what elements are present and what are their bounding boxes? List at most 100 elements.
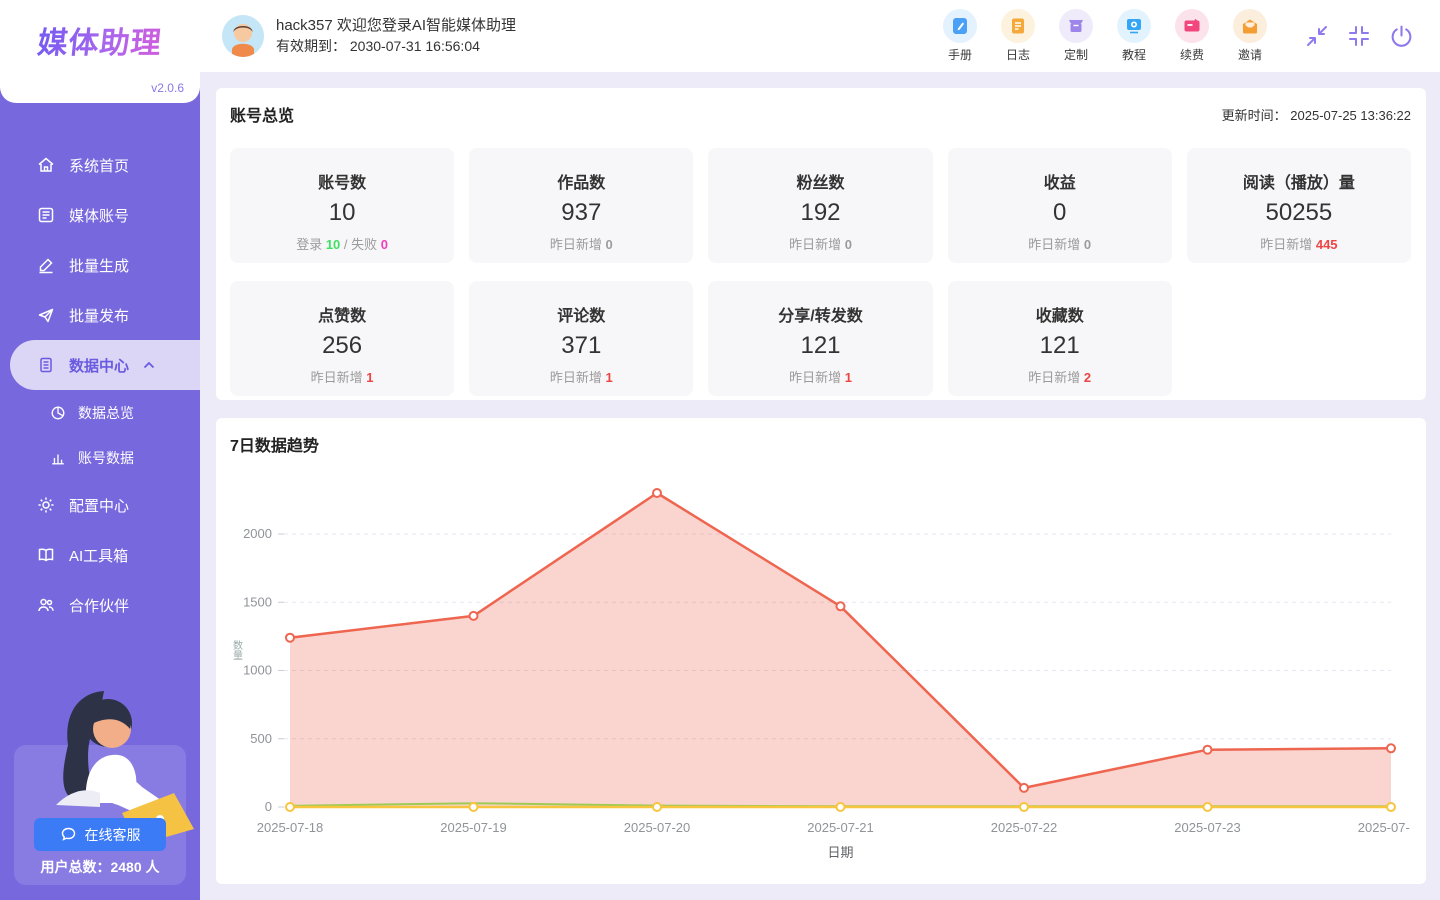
stat-sub: 昨日新增 0 xyxy=(948,234,1172,253)
sidebar-item-label: 账号数据 xyxy=(78,448,134,468)
sidebar-item-label: 批量发布 xyxy=(69,305,129,326)
app-logo: 媒体助理 xyxy=(36,18,165,62)
renew-icon xyxy=(1175,9,1209,43)
stat-value: 0 xyxy=(948,199,1172,227)
svg-text:日期: 日期 xyxy=(827,845,853,860)
window-controls xyxy=(1305,24,1414,49)
gear-icon xyxy=(37,496,55,514)
stat-card-likes: 点赞数 256 昨日新增 1 xyxy=(230,281,454,396)
svg-text:数量: 数量 xyxy=(231,639,243,660)
stat-sub: 昨日新增 1 xyxy=(469,367,693,386)
stat-card-views: 阅读（播放）量 50255 昨日新增 445 xyxy=(1187,148,1411,263)
sidebar-item-account-data[interactable]: 账号数据 xyxy=(0,435,200,480)
tutorial-icon xyxy=(1117,9,1151,43)
renew-label: 续费 xyxy=(1180,46,1204,63)
svg-text:1000: 1000 xyxy=(243,663,272,678)
support-card: 在线客服 用户总数：2480 人 xyxy=(14,745,186,885)
stat-card-accounts: 账号数 10 登录 10 / 失败 0 xyxy=(230,148,454,263)
svg-text:2025-07-19: 2025-07-19 xyxy=(440,820,507,835)
svg-text:2025-07-22: 2025-07-22 xyxy=(991,820,1058,835)
log-icon xyxy=(1001,9,1035,43)
stat-title: 点赞数 xyxy=(230,302,454,326)
svg-text:2025-07-20: 2025-07-20 xyxy=(624,820,691,835)
online-support-label: 在线客服 xyxy=(85,825,141,845)
login-count: 10 xyxy=(326,237,340,252)
header-actions: 手册 日志 定制 教程 续费 xyxy=(943,9,1414,63)
custom-button[interactable]: 定制 xyxy=(1059,9,1093,63)
power-icon[interactable] xyxy=(1389,24,1414,49)
open-book-icon xyxy=(37,546,55,564)
log-label: 日志 xyxy=(1006,46,1030,63)
sidebar-item-label: 合作伙伴 xyxy=(69,595,129,616)
stat-value: 192 xyxy=(708,199,932,227)
log-button[interactable]: 日志 xyxy=(1001,9,1035,63)
stat-title: 作品数 xyxy=(469,169,693,193)
tutorial-label: 教程 xyxy=(1122,46,1146,63)
invite-button[interactable]: 邀请 xyxy=(1233,9,1267,63)
stat-sub: 昨日新增 1 xyxy=(230,367,454,386)
home-icon xyxy=(37,156,55,174)
sidebar-item-ai-toolbox[interactable]: AI工具箱 xyxy=(0,530,200,580)
stat-title: 阅读（播放）量 xyxy=(1187,169,1411,193)
stat-title: 收益 xyxy=(948,169,1172,193)
trend-panel: 7日数据趋势 05001000150020002025-07-182025-07… xyxy=(216,418,1426,884)
stat-value: 937 xyxy=(469,199,693,227)
stat-title: 粉丝数 xyxy=(708,169,932,193)
sidebar: 媒体助理 v2.0.6 系统首页 媒体账号 批量生成 批量发布 数据中心 数据总… xyxy=(0,0,200,900)
partners-icon xyxy=(37,596,55,614)
online-support-button[interactable]: 在线客服 xyxy=(34,818,166,851)
sidebar-item-data-overview[interactable]: 数据总览 xyxy=(0,390,200,435)
svg-text:500: 500 xyxy=(250,731,272,746)
media-account-icon xyxy=(37,206,55,224)
stat-sub: 登录 10 / 失败 0 xyxy=(230,234,454,253)
sidebar-item-media-accounts[interactable]: 媒体账号 xyxy=(0,190,200,240)
pie-chart-icon xyxy=(50,405,66,421)
sidebar-item-batch-generate[interactable]: 批量生成 xyxy=(0,240,200,290)
user-greeting: hack357 欢迎您登录AI智能媒体助理 xyxy=(276,15,516,36)
stat-value: 121 xyxy=(948,332,1172,360)
renew-button[interactable]: 续费 xyxy=(1175,9,1209,63)
sidebar-item-data-center[interactable]: 数据中心 xyxy=(10,340,200,390)
sidebar-item-partners[interactable]: 合作伙伴 xyxy=(0,580,200,630)
app-version: v2.0.6 xyxy=(151,81,184,95)
chat-bubble-icon xyxy=(60,826,77,843)
trend-title: 7日数据趋势 xyxy=(230,432,319,456)
stat-value: 121 xyxy=(708,332,932,360)
user-avatar[interactable] xyxy=(222,15,264,57)
validity-date: 有效期到： 2030-07-31 16:56:04 xyxy=(276,36,516,57)
logo-card: 媒体助理 v2.0.6 xyxy=(0,0,200,103)
sidebar-item-label: 数据总览 xyxy=(78,403,134,423)
stat-card-shares: 分享/转发数 121 昨日新增 1 xyxy=(708,281,932,396)
stats-row-2: 点赞数 256 昨日新增 1 评论数 371 昨日新增 1 分享/转发数 121… xyxy=(230,281,1411,396)
stat-value: 50255 xyxy=(1187,199,1411,227)
stat-title: 收藏数 xyxy=(948,302,1172,326)
stat-sub: 昨日新增 445 xyxy=(1187,234,1411,253)
sidebar-item-label: 数据中心 xyxy=(69,355,129,376)
stat-card-works: 作品数 937 昨日新增 0 xyxy=(469,148,693,263)
avatar-face xyxy=(222,15,264,57)
user-info: hack357 欢迎您登录AI智能媒体助理 有效期到： 2030-07-31 1… xyxy=(276,15,516,57)
send-icon xyxy=(37,306,55,324)
svg-text:2025-07-18: 2025-07-18 xyxy=(257,820,324,835)
sidebar-item-label: 系统首页 xyxy=(69,155,129,176)
stat-title: 评论数 xyxy=(469,302,693,326)
svg-text:2025-07-23: 2025-07-23 xyxy=(1174,820,1241,835)
sidebar-item-config-center[interactable]: 配置中心 xyxy=(0,480,200,530)
svg-text:2025-07-24: 2025-07-24 xyxy=(1358,820,1410,835)
total-users: 用户总数：2480 人 xyxy=(14,857,186,877)
invite-label: 邀请 xyxy=(1238,46,1262,63)
manual-button[interactable]: 手册 xyxy=(943,9,977,63)
svg-text:1500: 1500 xyxy=(243,594,272,609)
custom-icon xyxy=(1059,9,1093,43)
svg-text:2025-07-21: 2025-07-21 xyxy=(807,820,874,835)
exit-fullscreen-icon[interactable] xyxy=(1305,24,1329,48)
sidebar-item-label: 媒体账号 xyxy=(69,205,129,226)
collapse-icon[interactable] xyxy=(1347,24,1371,48)
trend-area-chart: 05001000150020002025-07-182025-07-192025… xyxy=(230,460,1410,888)
stat-title: 分享/转发数 xyxy=(708,302,932,326)
tutorial-button[interactable]: 教程 xyxy=(1117,9,1151,63)
sidebar-item-batch-publish[interactable]: 批量发布 xyxy=(0,290,200,340)
sidebar-item-home[interactable]: 系统首页 xyxy=(0,140,200,190)
account-overview-panel: 账号总览 更新时间： 2025-07-25 13:36:22 账号数 10 登录… xyxy=(216,88,1426,400)
svg-text:2000: 2000 xyxy=(243,526,272,541)
